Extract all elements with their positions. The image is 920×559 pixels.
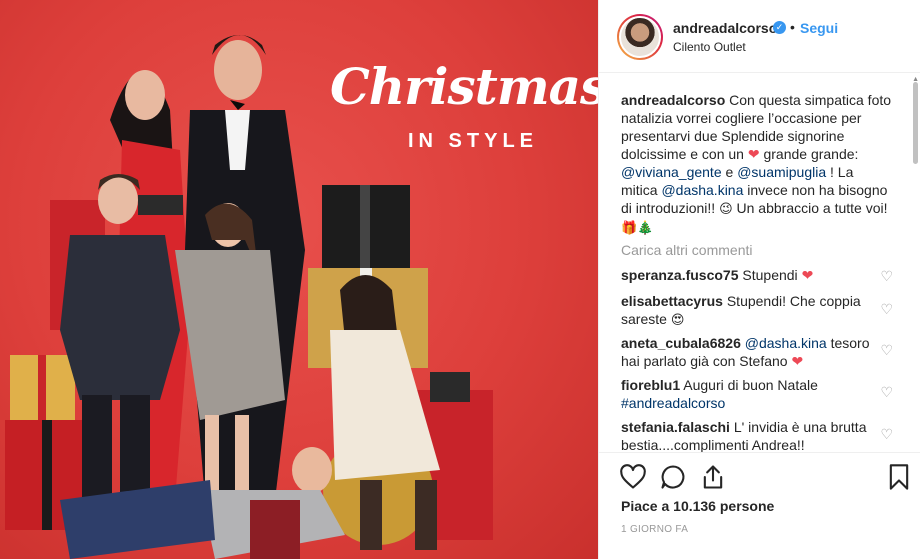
load-more-comments-button[interactable]: Carica altri commenti (621, 242, 752, 258)
brand-title-christmas: Christmas (330, 57, 598, 116)
comment-username[interactable]: fioreblu1 (621, 377, 680, 393)
likes-count[interactable]: Piace a 10.136 persone (621, 498, 774, 514)
post-header: andreadalcorso ✓ • Segui Cilento Outlet (599, 0, 920, 73)
caption-text-2: grande grande: (763, 146, 859, 162)
comment-row: elisabettacyrus Stupendi! Che coppia sar… (621, 292, 877, 329)
post-timestamp[interactable]: 1 GIORNO FA (621, 524, 688, 535)
bookmark-icon[interactable] (885, 463, 913, 491)
heart-emoji-icon: ❤ (801, 267, 814, 283)
comment-like-icon[interactable]: ♡ (880, 384, 893, 401)
avatar[interactable] (617, 14, 663, 60)
comment-like-icon[interactable]: ♡ (880, 268, 893, 285)
heart-outline-icon[interactable] (619, 463, 647, 491)
scrollbar[interactable] (913, 82, 918, 164)
mention-link[interactable]: @viviana_gente (621, 164, 722, 180)
caption-username[interactable]: andreadalcorso (621, 92, 725, 108)
caption-text-5: Un abbraccio a tutte voi! (736, 200, 888, 216)
follow-button[interactable]: Segui (800, 20, 838, 36)
brand-subtitle: IN STYLE (408, 130, 539, 152)
comment-like-icon[interactable]: ♡ (880, 301, 893, 318)
comment-icon[interactable] (659, 463, 687, 491)
gift-tree-emoji-icon: 🎁🎄 (621, 220, 654, 235)
post-actions: Piace a 10.136 persone 1 GIORNO FA (599, 452, 920, 559)
comment-row: stefania.falaschi L' invidia è una brutt… (621, 418, 877, 452)
heart-emoji-icon: ❤ (791, 353, 804, 369)
share-icon[interactable] (699, 463, 727, 491)
comment-text: Auguri di buon Natale (683, 377, 818, 393)
dot-separator: • (790, 19, 795, 35)
post-photo[interactable]: Christmas IN STYLE (0, 0, 598, 559)
location-link[interactable]: Cilento Outlet (673, 40, 746, 54)
comments-section[interactable]: andreadalcorso Con questa simpatica foto… (599, 74, 920, 452)
comment-text: Stupendi (742, 267, 798, 283)
comment-row: speranza.fusco75 Stupendi ❤ (621, 266, 877, 284)
heart-emoji-icon: ❤ (747, 146, 760, 162)
mention-link[interactable]: @dasha.kina (661, 182, 743, 198)
post-caption: andreadalcorso Con questa simpatica foto… (621, 91, 893, 237)
hashtag-link[interactable]: #andreadalcorso (621, 395, 725, 411)
post-side-panel: andreadalcorso ✓ • Segui Cilento Outlet … (598, 0, 920, 559)
verified-badge-icon: ✓ (773, 21, 786, 34)
comment-row: fioreblu1 Auguri di buon Natale #andread… (621, 376, 877, 412)
comment-username[interactable]: elisabettacyrus (621, 293, 723, 309)
mention-link[interactable]: @dasha.kina (745, 335, 827, 351)
heart-eyes-emoji-icon: 😍 (670, 312, 685, 327)
wink-emoji-icon: 😉 (719, 201, 733, 216)
caption-and: e (725, 164, 734, 180)
comment-row: aneta_cubala6826 @dasha.kina tesoro hai … (621, 334, 877, 370)
comment-username[interactable]: aneta_cubala6826 (621, 335, 741, 351)
header-username[interactable]: andreadalcorso (673, 20, 777, 36)
avatar-image (619, 16, 661, 58)
mention-link[interactable]: @suamipuglia (737, 164, 826, 180)
comment-like-icon[interactable]: ♡ (880, 426, 893, 443)
comment-username[interactable]: speranza.fusco75 (621, 267, 739, 283)
comment-username[interactable]: stefania.falaschi (621, 419, 730, 435)
comment-like-icon[interactable]: ♡ (880, 342, 893, 359)
